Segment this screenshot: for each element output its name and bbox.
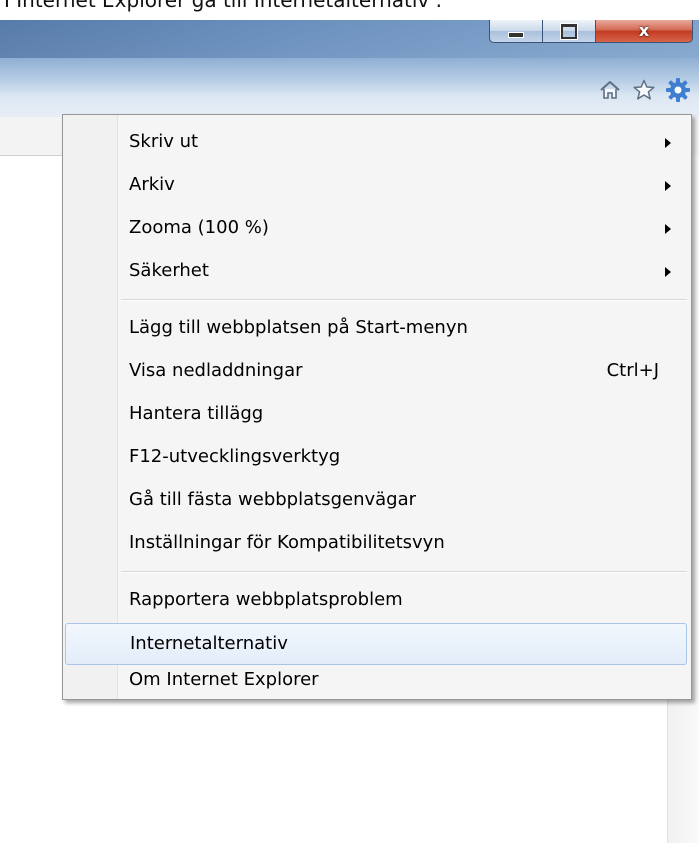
menu-item-compat-view[interactable]: Inställningar för Kompatibilitetsvyn <box>65 523 687 565</box>
submenu-arrow-icon <box>665 224 671 234</box>
tools-gear-icon <box>666 78 690 102</box>
menu-item-f12-tools[interactable]: F12-utvecklingsverktyg <box>65 437 687 479</box>
menu-separator <box>121 571 687 573</box>
menu-item-print[interactable]: Skriv ut <box>65 122 687 164</box>
close-button[interactable]: x <box>596 20 693 43</box>
favorites-star-icon <box>633 79 655 100</box>
menu-item-label: Om Internet Explorer <box>129 669 319 690</box>
menu-item-label: Hantera tillägg <box>129 403 264 424</box>
instruction-caption: I Internet Explorer gå till Internetalte… <box>0 0 699 20</box>
menu-item-label: Inställningar för Kompatibilitetsvyn <box>129 532 445 553</box>
menu-item-view-downloads[interactable]: Visa nedladdningar Ctrl+J <box>65 351 687 393</box>
maximize-button[interactable] <box>543 20 596 43</box>
menu-item-security[interactable]: Säkerhet <box>65 251 687 293</box>
minimize-button[interactable] <box>489 20 543 43</box>
close-icon: x <box>638 21 650 40</box>
home-button[interactable] <box>597 77 623 103</box>
menu-item-label: Internetalternativ <box>130 633 288 654</box>
browser-toolbar <box>552 73 697 107</box>
favorites-button[interactable] <box>631 77 657 103</box>
menu-item-label: Säkerhet <box>129 260 209 281</box>
instruction-text: I Internet Explorer gå till Internetalte… <box>4 0 442 12</box>
menu-item-label: Rapportera webbplatsproblem <box>129 589 403 610</box>
submenu-arrow-icon <box>665 138 671 148</box>
menu-item-file[interactable]: Arkiv <box>65 165 687 207</box>
menu-item-add-to-start[interactable]: Lägg till webbplatsen på Start-menyn <box>65 308 687 350</box>
menu-item-label: Gå till fästa webbplatsgenvägar <box>129 489 417 510</box>
restore-icon <box>561 23 577 39</box>
submenu-arrow-icon <box>665 181 671 191</box>
menu-item-label: Lägg till webbplatsen på Start-menyn <box>129 317 468 338</box>
tools-button[interactable] <box>665 77 691 103</box>
submenu-arrow-icon <box>665 267 671 277</box>
menu-item-zoom[interactable]: Zooma (100 %) <box>65 208 687 250</box>
menu-item-label: Arkiv <box>129 174 175 195</box>
tools-menu: Skriv ut Arkiv Zooma (100 %) Säkerhet Lä… <box>62 114 692 700</box>
menu-item-internet-options[interactable]: Internetalternativ <box>65 623 687 665</box>
window-controls: x <box>489 20 697 44</box>
menu-item-label: Visa nedladdningar <box>129 360 303 381</box>
menu-item-manage-addons[interactable]: Hantera tillägg <box>65 394 687 436</box>
minimize-icon <box>508 32 524 38</box>
home-icon <box>600 81 620 99</box>
menu-item-label: Skriv ut <box>129 131 199 152</box>
menu-separator <box>121 299 687 301</box>
menu-item-label: Zooma (100 %) <box>129 217 269 238</box>
menu-item-label: F12-utvecklingsverktyg <box>129 446 341 467</box>
menu-item-report-problems[interactable]: Rapportera webbplatsproblem <box>65 580 687 622</box>
menu-item-about-ie[interactable]: Om Internet Explorer <box>65 666 687 696</box>
menu-item-shortcut: Ctrl+J <box>606 360 659 381</box>
menu-item-pinned-sites[interactable]: Gå till fästa webbplatsgenvägar <box>65 480 687 522</box>
